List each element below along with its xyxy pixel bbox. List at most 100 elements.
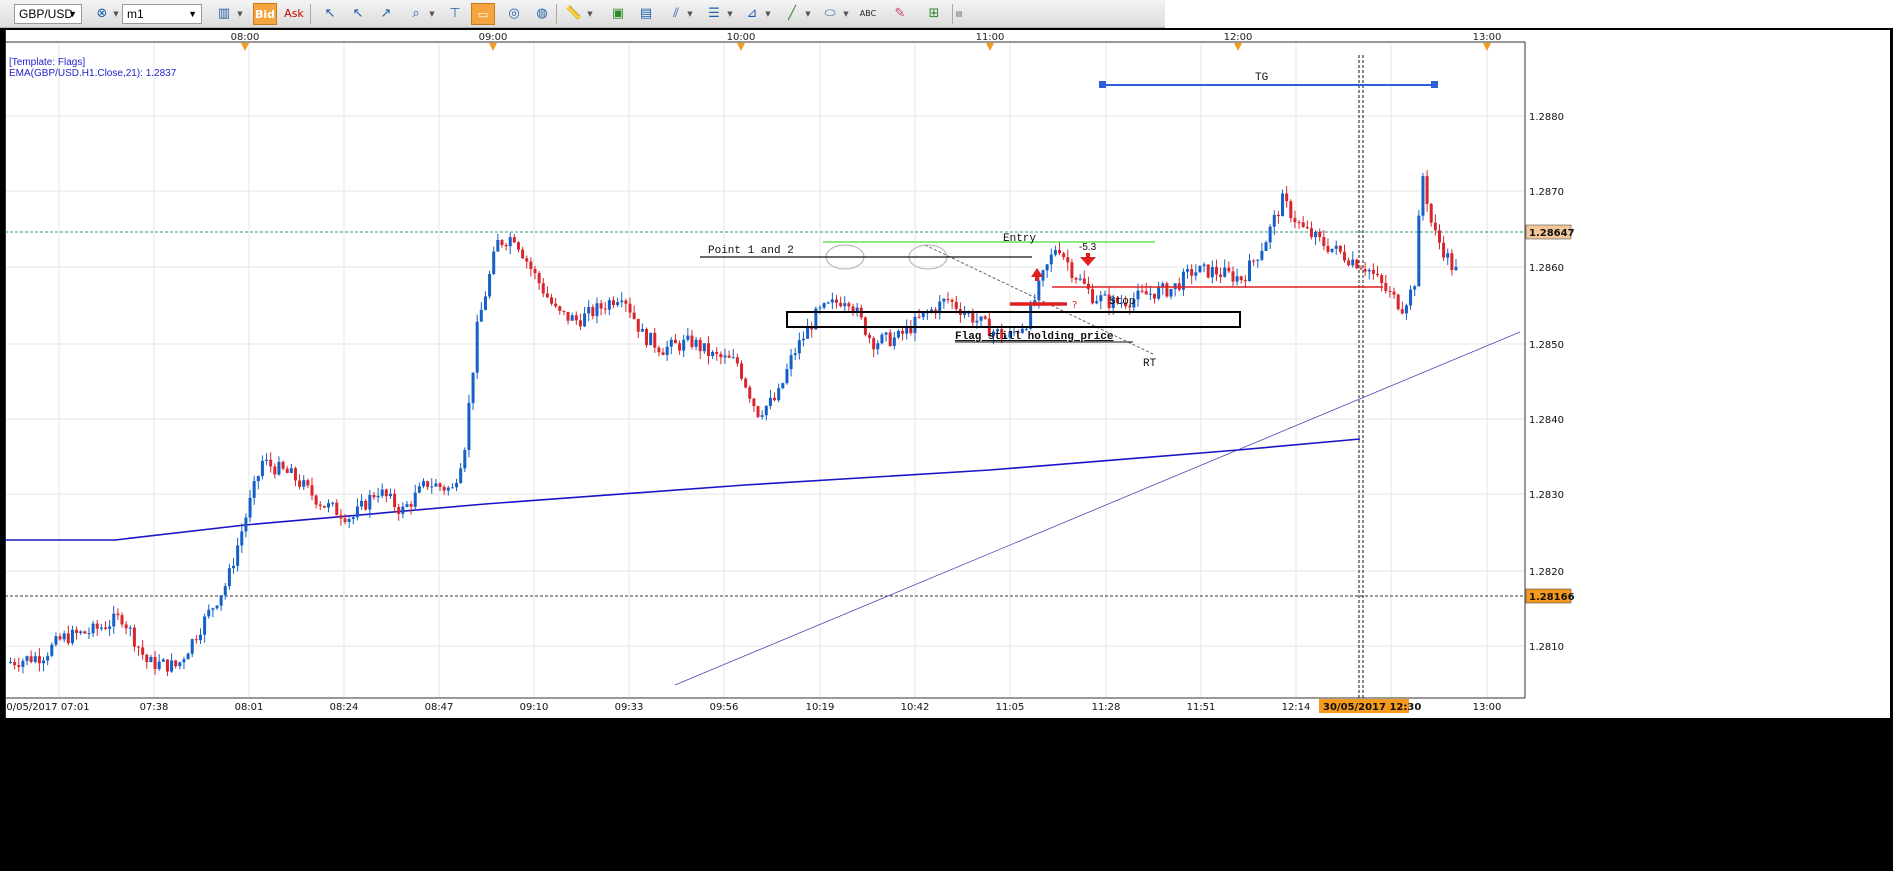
candle-body: [496, 240, 500, 252]
ask-button[interactable]: Ask: [282, 3, 306, 25]
chevron-down-icon[interactable]: ▼: [842, 3, 850, 25]
candle-body: [137, 646, 141, 648]
chevron-down-icon[interactable]: ▼: [726, 3, 734, 25]
chevron-down-icon[interactable]: ▼: [804, 3, 812, 25]
price-label: 1.2880: [1529, 112, 1564, 123]
candle-body: [1103, 294, 1107, 296]
chevron-down-icon[interactable]: ▤: [955, 3, 963, 25]
candle-body: [1157, 287, 1161, 299]
candle-body: [678, 343, 682, 351]
candle-body: [492, 251, 496, 274]
price-label: 1.2860: [1529, 263, 1564, 274]
candle-body: [1309, 228, 1313, 238]
candle-body: [1404, 305, 1408, 314]
cursor-icon[interactable]: ↖: [318, 3, 342, 25]
ruler-icon[interactable]: 📏: [562, 3, 586, 25]
candle-body: [1450, 253, 1454, 271]
candle-body: [917, 316, 921, 318]
bottom-time-label: 08:24: [330, 702, 359, 713]
candle-body: [1078, 278, 1082, 280]
candle-body: [347, 519, 351, 522]
candle-body: [1214, 267, 1218, 275]
tg-handle[interactable]: [1431, 81, 1438, 88]
candle-body: [645, 329, 649, 346]
eraser-icon[interactable]: ✎: [888, 3, 912, 25]
candle-body: [525, 258, 529, 262]
chevron-down-icon[interactable]: ▼: [236, 3, 244, 25]
price-label: 1.2830: [1529, 490, 1564, 501]
layout-icon[interactable]: ▤: [634, 3, 658, 25]
chevron-down-icon[interactable]: ▼: [428, 3, 436, 25]
chevron-down-icon[interactable]: ▼: [686, 3, 694, 25]
candle-body: [740, 363, 744, 379]
candle-body: [1359, 268, 1363, 270]
text-abc-icon[interactable]: ABC: [856, 3, 880, 25]
candle-body: [248, 497, 252, 518]
zoom-icon[interactable]: ⌕: [404, 3, 428, 25]
pointer-icon[interactable]: ↗: [374, 3, 398, 25]
tg-handle[interactable]: [1099, 81, 1106, 88]
candle-body: [1260, 250, 1264, 260]
candle-body: [512, 237, 516, 243]
candle-body: [1074, 278, 1078, 280]
candle-body: [1024, 328, 1028, 330]
candle-body: [153, 656, 157, 669]
candle-body: [116, 613, 120, 616]
candle-body: [1425, 176, 1429, 204]
lines-icon[interactable]: ⫽: [664, 3, 688, 25]
candle-body: [516, 242, 520, 250]
price-chart[interactable]: 08:00 09:00 10:00 11:00 12:00 13:00 Poin…: [5, 30, 1890, 718]
candle-body: [1326, 245, 1330, 252]
candle-body: [756, 406, 760, 417]
candle-body: [975, 320, 979, 323]
template-icon[interactable]: ⊤: [443, 3, 467, 25]
candle-body: [566, 311, 570, 321]
candle-body: [219, 595, 223, 606]
chart-window-icon[interactable]: ▭: [471, 3, 495, 25]
candle-body: [310, 485, 314, 496]
candle-body: [839, 302, 843, 307]
crosshair-icon[interactable]: ⊗: [90, 3, 114, 25]
candle-body: [1285, 193, 1289, 202]
candle-body: [335, 502, 339, 516]
candle-body: [711, 351, 715, 357]
pen-icon[interactable]: ╱: [780, 3, 804, 25]
candle-body: [1433, 222, 1437, 231]
chart-canvas[interactable]: 08:00 09:00 10:00 11:00 12:00 13:00 Poin…: [5, 30, 1890, 718]
candle-body: [479, 309, 483, 322]
candle-body: [545, 293, 549, 298]
candle-body: [393, 493, 397, 508]
cursor-alt-icon[interactable]: ↖: [346, 3, 370, 25]
candle-body: [640, 329, 644, 332]
candle-body: [529, 261, 533, 269]
candle-body: [1384, 283, 1388, 291]
candle-body: [1082, 278, 1086, 284]
table-icon[interactable]: ☰: [702, 3, 726, 25]
candle-body: [1049, 254, 1053, 265]
symbol-select[interactable]: GBP/USD ▼: [14, 4, 82, 24]
chevron-down-icon[interactable]: ▼: [586, 3, 594, 25]
timeframe-select[interactable]: m1 ▼: [122, 4, 202, 24]
candle-body: [1396, 294, 1400, 310]
toolbar-divider: [310, 4, 311, 24]
candle-body: [1227, 267, 1231, 272]
picture-icon[interactable]: ▣: [606, 3, 630, 25]
candle-body: [554, 303, 558, 307]
tree-icon[interactable]: ⊞: [922, 3, 946, 25]
bar-chart-icon[interactable]: ▥: [212, 3, 236, 25]
chevron-down-icon[interactable]: ▼: [112, 3, 120, 25]
chevron-down-icon[interactable]: ▼: [764, 3, 772, 25]
candle-body: [847, 303, 851, 307]
bid-button[interactable]: Bid: [253, 3, 277, 25]
bottom-time-label: 10:42: [901, 702, 930, 713]
candle-body: [830, 299, 834, 303]
candle-body: [574, 315, 578, 321]
ellipse-icon[interactable]: ⬭: [818, 3, 842, 25]
globe-icon[interactable]: ◍: [530, 3, 554, 25]
candle-body: [467, 402, 471, 451]
fan-icon[interactable]: ⊿: [740, 3, 764, 25]
chart-toolbar: GBP/USD ▼ ⊗ ▼ m1 ▼ ▥ ▼ Bid Ask ↖ ↖ ↗ ⌕ ▼ ⊤…: [0, 0, 1165, 28]
candle-body: [1202, 264, 1206, 266]
eye-icon[interactable]: ◎: [502, 3, 526, 25]
candle-body: [603, 308, 607, 310]
